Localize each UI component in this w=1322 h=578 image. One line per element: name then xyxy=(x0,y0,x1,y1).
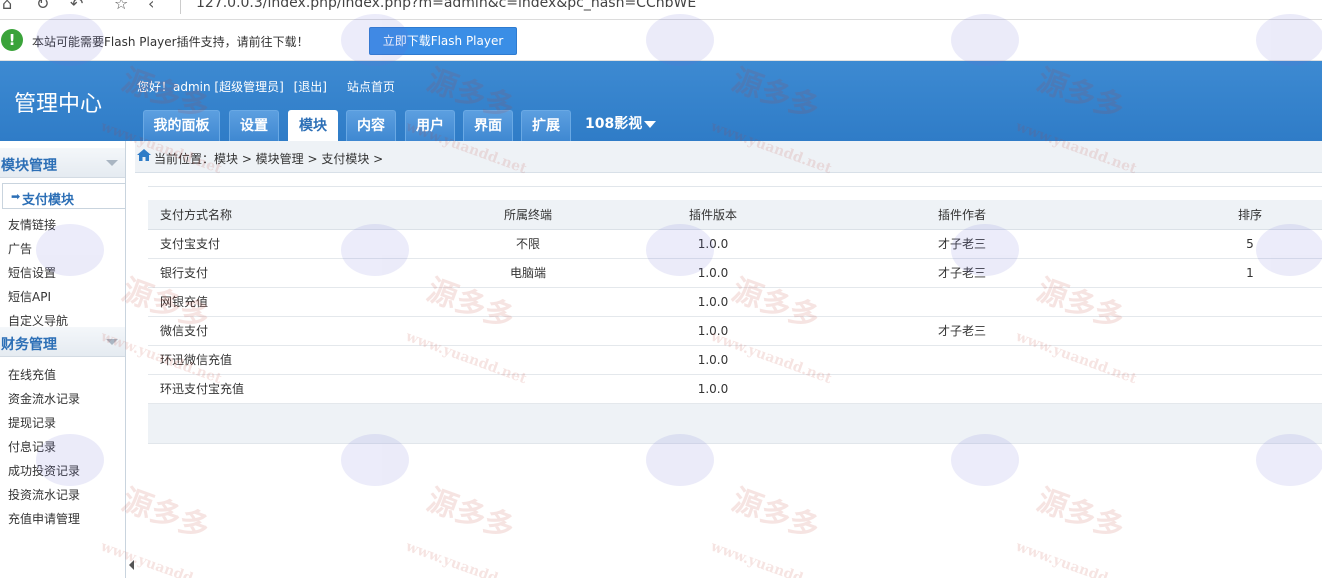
breadcrumb: 当前位置：模块 > 模块管理 > 支付模块 > xyxy=(135,141,1322,173)
payment-modules-table: 支付方式名称 所属终端 插件版本 插件作者 排序 支付宝支付 不限 1.0.0 … xyxy=(148,200,1322,404)
download-flash-button[interactable]: 立即下载Flash Player xyxy=(369,27,517,55)
cell-name: 环迅微信充值 xyxy=(148,345,448,375)
cell-order xyxy=(1178,374,1322,404)
breadcrumb-text: 当前位置：模块 > 模块管理 > 支付模块 > xyxy=(154,152,384,166)
cell-terminal xyxy=(448,374,608,404)
user-info: 您好！admin [超级管理员] [退出] 站点首页 xyxy=(137,78,401,95)
undo-icon[interactable]: ↶ xyxy=(70,0,83,13)
sidebar-item-investment-success[interactable]: 成功投资记录 xyxy=(8,462,80,479)
back-icon[interactable]: ‹ xyxy=(148,0,154,13)
browser-toolbar: ⌂ ↻ ↶ ☆ ‹ 127.0.0.3/index.php/index.php?… xyxy=(0,0,1322,20)
collapse-triangle-icon[interactable] xyxy=(106,160,118,166)
cell-terminal xyxy=(448,316,608,346)
cell-version: 1.0.0 xyxy=(608,287,818,317)
cell-name: 支付宝支付 xyxy=(148,229,448,259)
flash-notice-bar: ! 本站可能需要Flash Player插件支持，请前往下载！ 立即下载Flas… xyxy=(0,21,1322,61)
cell-name: 微信支付 xyxy=(148,316,448,346)
column-header-terminal: 所属终端 xyxy=(448,200,608,230)
column-header-order: 排序 xyxy=(1178,200,1322,230)
arrow-right-icon: ➡ xyxy=(11,190,21,203)
table-row[interactable]: 环迅微信充值 1.0.0 xyxy=(148,345,1322,375)
greeting-text: 您好！admin [超级管理员] xyxy=(137,80,284,94)
table-header-row: 支付方式名称 所属终端 插件版本 插件作者 排序 xyxy=(148,200,1322,230)
cell-order: 1 xyxy=(1178,258,1322,288)
cell-order xyxy=(1178,345,1322,375)
cell-version: 1.0.0 xyxy=(608,316,818,346)
sidebar-item-withdrawals[interactable]: 提现记录 xyxy=(8,414,56,431)
tab-content[interactable]: 内容 xyxy=(346,110,396,141)
table-footer xyxy=(148,404,1322,444)
home-icon[interactable]: ⌂ xyxy=(2,0,12,13)
address-bar[interactable]: 127.0.0.3/index.php/index.php?m=admin&c=… xyxy=(196,0,696,11)
column-header-name: 支付方式名称 xyxy=(148,200,448,230)
table-row[interactable]: 网银充值 1.0.0 xyxy=(148,287,1322,317)
cell-name: 环迅支付宝充值 xyxy=(148,374,448,404)
sidebar-item-ads[interactable]: 广告 xyxy=(8,240,32,257)
sidebar-collapse-icon[interactable] xyxy=(129,560,134,570)
main-content: 当前位置：模块 > 模块管理 > 支付模块 > 支付方式名称 所属终端 插件版本… xyxy=(135,141,1322,578)
sidebar-item-fund-flow[interactable]: 资金流水记录 xyxy=(8,390,80,407)
sidebar-item-sms-api[interactable]: 短信API xyxy=(8,288,51,305)
cell-terminal: 不限 xyxy=(448,229,608,259)
sidebar-item-interest-records[interactable]: 付息记录 xyxy=(8,438,56,455)
sidebar-item-payment-module[interactable]: ➡ 支付模块 xyxy=(2,183,125,209)
cell-version: 1.0.0 xyxy=(608,258,818,288)
sidebar-item-label: 支付模块 xyxy=(22,193,75,208)
tab-modules[interactable]: 模块 xyxy=(288,110,338,141)
sidebar-group-title: 财务管理 xyxy=(1,337,57,353)
tab-extensions[interactable]: 扩展 xyxy=(521,110,571,141)
cell-terminal xyxy=(448,287,608,317)
cell-terminal: 电脑端 xyxy=(448,258,608,288)
cell-name: 网银充值 xyxy=(148,287,448,317)
sidebar-item-online-recharge[interactable]: 在线充值 xyxy=(8,366,56,383)
tab-settings[interactable]: 设置 xyxy=(229,110,279,141)
site-home-link[interactable]: 站点首页 xyxy=(347,80,395,94)
sidebar-group-title: 模块管理 xyxy=(1,158,57,174)
cell-author xyxy=(818,287,1178,317)
divider xyxy=(148,186,1322,187)
star-icon[interactable]: ☆ xyxy=(114,0,128,13)
collapse-triangle-icon[interactable] xyxy=(106,339,118,345)
cell-author: 才子老三 xyxy=(818,258,1178,288)
tab-users[interactable]: 用户 xyxy=(405,110,455,141)
tab-interface[interactable]: 界面 xyxy=(463,110,513,141)
sidebar-item-friend-links[interactable]: 友情链接 xyxy=(8,216,56,233)
cell-author xyxy=(818,345,1178,375)
table-row[interactable]: 支付宝支付 不限 1.0.0 才子老三 5 xyxy=(148,229,1322,259)
toolbar-divider xyxy=(180,0,181,14)
caret-down-icon xyxy=(644,120,657,128)
column-header-author: 插件作者 xyxy=(818,200,1178,230)
cell-order xyxy=(1178,316,1322,346)
cell-author: 才子老三 xyxy=(818,229,1178,259)
sidebar-item-recharge-requests[interactable]: 充值申请管理 xyxy=(8,510,80,527)
column-header-version: 插件版本 xyxy=(608,200,818,230)
logout-link[interactable]: [退出] xyxy=(294,80,327,94)
cell-author: 才子老三 xyxy=(818,316,1178,346)
cell-version: 1.0.0 xyxy=(608,374,818,404)
sidebar-group-finance[interactable]: 财务管理 xyxy=(0,327,125,357)
exclamation-icon: ! xyxy=(1,29,23,51)
sidebar-item-sms-settings[interactable]: 短信设置 xyxy=(8,264,56,281)
tab-my-panel[interactable]: 我的面板 xyxy=(143,110,220,141)
sidebar-group-modules[interactable]: 模块管理 xyxy=(0,148,125,178)
cell-version: 1.0.0 xyxy=(608,345,818,375)
table-row[interactable]: 微信支付 1.0.0 才子老三 xyxy=(148,316,1322,346)
cell-version: 1.0.0 xyxy=(608,229,818,259)
cell-order: 5 xyxy=(1178,229,1322,259)
table-row[interactable]: 银行支付 电脑端 1.0.0 才子老三 1 xyxy=(148,258,1322,288)
home-icon xyxy=(137,149,151,161)
admin-header: 管理中心 您好！admin [超级管理员] [退出] 站点首页 我的面板 设置 … xyxy=(0,61,1322,141)
sidebar-item-investment-flow[interactable]: 投资流水记录 xyxy=(8,486,80,503)
flash-notice-text: 本站可能需要Flash Player插件支持，请前往下载！ xyxy=(32,35,309,49)
reload-icon[interactable]: ↻ xyxy=(36,0,49,13)
cell-name: 银行支付 xyxy=(148,258,448,288)
cell-order xyxy=(1178,287,1322,317)
site-selector-dropdown[interactable]: 108影视 xyxy=(585,110,657,141)
cell-terminal xyxy=(448,345,608,375)
cell-author xyxy=(818,374,1178,404)
table-row[interactable]: 环迅支付宝充值 1.0.0 xyxy=(148,374,1322,404)
site-selector-label: 108影视 xyxy=(585,116,643,132)
brand-title: 管理中心 xyxy=(14,92,103,117)
left-sidebar: 模块管理 ➡ 支付模块 友情链接 广告 短信设置 短信API 自定义导航 财务管… xyxy=(0,141,126,578)
